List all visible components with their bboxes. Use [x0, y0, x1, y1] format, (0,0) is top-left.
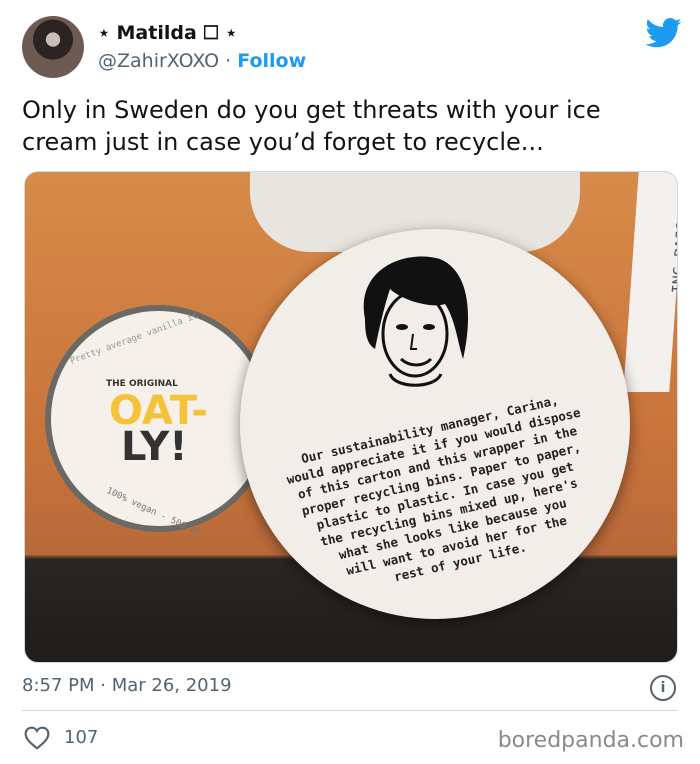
follow-button[interactable]: Follow	[237, 50, 306, 72]
logo-bottom: LY!	[121, 424, 188, 470]
tweet-header: ⋆ Matilda 🞎 ⋆ @ZahirXOXO · Follow	[22, 16, 682, 80]
carton-lid: Our sustainability manager, Carina, woul…	[240, 229, 630, 619]
lid-footer: 100% vegan - 500 ml	[104, 486, 203, 539]
handle-row: @ZahirXOXO · Follow	[98, 50, 306, 72]
handle[interactable]: @ZahirXOXO	[98, 50, 219, 72]
ticket: ING PASS:	[623, 172, 678, 392]
divider	[22, 710, 678, 711]
info-icon[interactable]: i	[650, 675, 676, 701]
separator: ·	[225, 50, 232, 72]
tweet-photo[interactable]: ING PASS: Pretty average vanilla ic THE …	[24, 171, 678, 663]
oatly-lid: Pretty average vanilla ic THE ORIGINAL O…	[45, 305, 272, 539]
tweet-text: Only in Sweden do you get threats with y…	[22, 96, 601, 156]
display-name[interactable]: ⋆ Matilda 🞎 ⋆	[98, 22, 237, 44]
lid-message: Our sustainability manager, Carina, woul…	[285, 392, 583, 585]
portrait-illustration	[363, 256, 469, 387]
lid-ring-text: Pretty average vanilla ic	[68, 310, 200, 367]
watermark: boredpanda.com	[497, 728, 684, 753]
avatar[interactable]	[22, 16, 84, 78]
ticket-text: ING PASS:	[668, 212, 678, 294]
twitter-bird-icon[interactable]	[646, 18, 682, 48]
timestamp[interactable]: 8:57 PM · Mar 26, 2019	[22, 675, 232, 696]
like-count[interactable]: 107	[64, 727, 98, 748]
heart-icon[interactable]	[24, 726, 50, 750]
